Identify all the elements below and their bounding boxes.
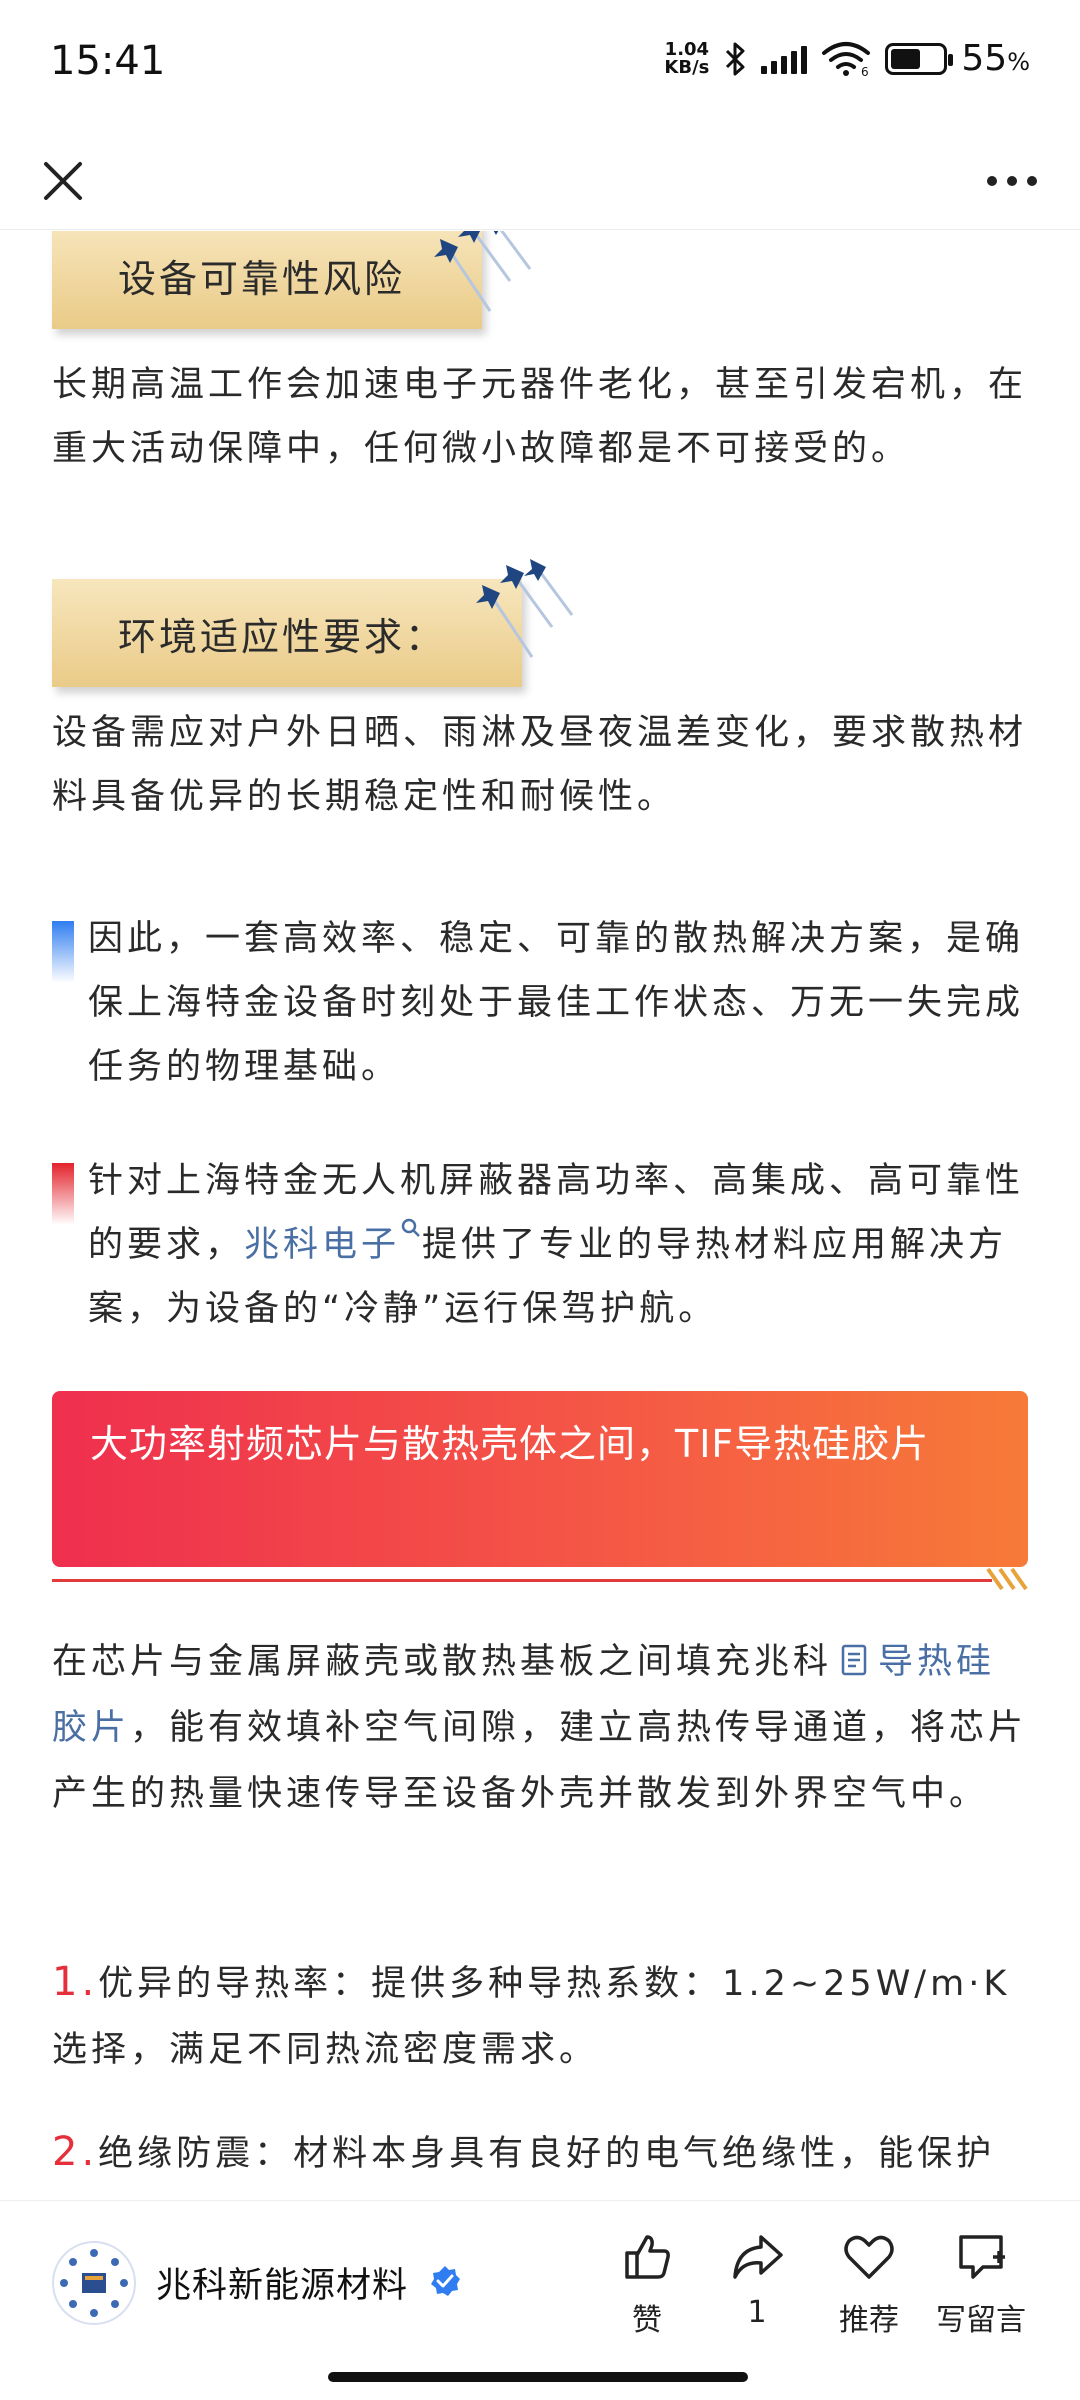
banner-underline bbox=[52, 1579, 992, 1582]
more-icon bbox=[987, 176, 997, 186]
heart-icon bbox=[844, 2235, 894, 2279]
status-time: 15:41 bbox=[50, 38, 166, 84]
document-icon bbox=[841, 1644, 867, 1676]
article-content: 设备可靠性风险 长期高温工作会加速电子元器件老化，甚至引发宕机，在重大活动保障中… bbox=[0, 231, 1080, 2201]
like-button[interactable]: 赞 bbox=[592, 2229, 702, 2339]
paragraph-pads: 在芯片与金属屏蔽壳或散热基板之间填充兆科 导热硅胶片，能有效填补空气间隙，建立高热… bbox=[52, 1642, 1028, 1814]
nav-bar bbox=[0, 130, 1080, 230]
home-indicator[interactable] bbox=[328, 2372, 748, 2382]
verified-icon bbox=[431, 2266, 460, 2296]
bluetooth-icon bbox=[726, 42, 745, 75]
network-speed: 1.04 KB/s bbox=[664, 38, 710, 78]
signal-icon bbox=[761, 44, 808, 74]
close-button[interactable] bbox=[28, 146, 98, 216]
comment-button[interactable]: 写留言 bbox=[926, 2229, 1036, 2339]
quote-bar-red bbox=[52, 1163, 74, 1225]
stripes-decoration-icon bbox=[986, 1567, 1028, 1591]
wifi-icon: 6 bbox=[822, 41, 871, 77]
share-icon bbox=[733, 2235, 783, 2279]
battery-icon bbox=[885, 42, 954, 75]
paragraph-environment: 设备需应对户外日晒、雨淋及昼夜温差变化，要求散热材料具备优异的长期稳定性和耐候性… bbox=[52, 713, 1028, 817]
logo-icon bbox=[60, 2249, 128, 2317]
paragraph-reliability: 长期高温工作会加速电子元器件老化，甚至引发宕机，在重大活动保障中，任何微小故障都… bbox=[52, 365, 1028, 469]
status-bar: 15:41 1.04 KB/s 6 55% bbox=[0, 0, 1080, 130]
status-icons: 1.04 KB/s 6 55% bbox=[664, 38, 1030, 79]
account-avatar[interactable] bbox=[52, 2241, 136, 2325]
account-name[interactable]: 兆科新能源材料 bbox=[156, 2257, 408, 2308]
svg-text:6: 6 bbox=[861, 65, 869, 77]
share-button[interactable]: 1 bbox=[702, 2229, 812, 2330]
more-button[interactable] bbox=[972, 146, 1052, 216]
highlight-banner: 大功率射频芯片与散热壳体之间，TIF导热硅胶片 bbox=[52, 1391, 1028, 1567]
comment-icon bbox=[959, 2235, 1005, 2279]
close-icon bbox=[44, 162, 82, 200]
section-heading-reliability: 设备可靠性风险 bbox=[52, 231, 482, 329]
section-heading-environment: 环境适应性要求： bbox=[52, 579, 522, 687]
jets-decoration-icon bbox=[434, 231, 532, 312]
search-icon bbox=[401, 1218, 420, 1237]
quote-paragraph-1: 因此，一套高效率、稳定、可靠的散热解决方案，是确保上海特金设备时刻处于最佳工作状… bbox=[88, 919, 1025, 1087]
quote-bar-blue bbox=[52, 921, 74, 983]
recommend-button[interactable]: 推荐 bbox=[814, 2229, 924, 2339]
quote-paragraph-2: 针对上海特金无人机屏蔽器高功率、高集成、高可靠性的要求，兆科电子 提供了专业的导热… bbox=[88, 1161, 1025, 1329]
bottom-bar: 兆科新能源材料 赞 1 推荐 写留言 bbox=[0, 2200, 1080, 2400]
thumbs-up-icon bbox=[625, 2235, 670, 2279]
list-item-2: 2.绝缘防震：材料本身具有良好的电气绝缘性，能保护 bbox=[52, 2129, 996, 2175]
list-item-1: 1.优异的导热率：提供多种导热系数：1.2~25W/m·K选择，满足不同热流密度… bbox=[52, 1959, 1011, 2070]
company-link[interactable]: 兆科电子 bbox=[244, 1218, 422, 1265]
jets-decoration-icon bbox=[476, 559, 574, 658]
battery-percent: 55% bbox=[961, 38, 1030, 79]
